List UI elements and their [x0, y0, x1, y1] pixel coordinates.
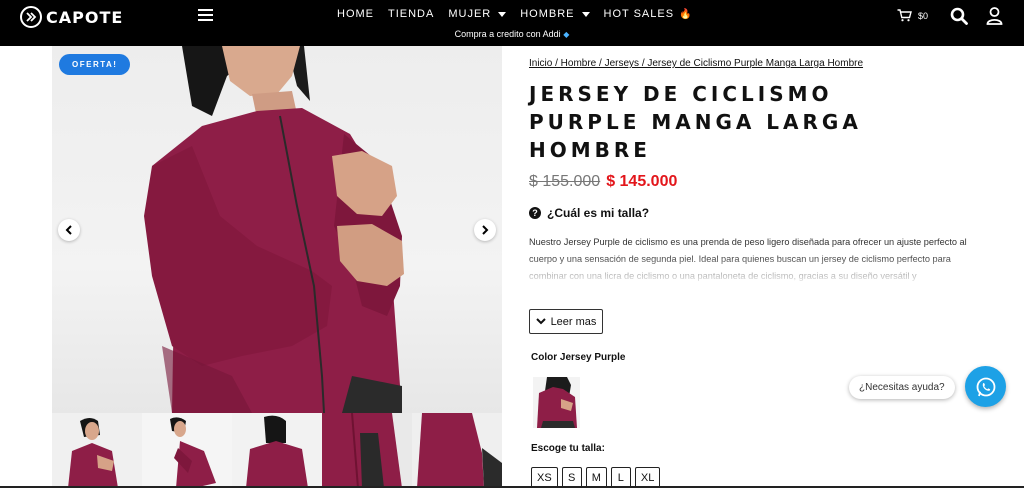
read-more-button[interactable]: Leer mas: [529, 309, 603, 334]
size-guide-link[interactable]: ? ¿Cuál es mi talla?: [529, 206, 649, 220]
thumbnail-5[interactable]: [412, 413, 502, 488]
promo-banner[interactable]: Compra a credito con Addi ◆: [0, 29, 1024, 39]
brand-logo[interactable]: CAPOTE: [20, 6, 123, 28]
fire-icon: 🔥: [679, 8, 693, 20]
nav-hombre[interactable]: HOMBRE: [520, 8, 590, 20]
product-main-image[interactable]: OFERTA!: [52, 46, 502, 413]
cart-icon: [897, 9, 912, 22]
menu-icon[interactable]: [198, 9, 213, 21]
thumbnail-4[interactable]: [322, 413, 412, 488]
breadcrumb[interactable]: Inicio / Hombre / Jerseys / Jersey de Ci…: [529, 58, 863, 69]
cart-button[interactable]: $0: [897, 9, 928, 22]
question-circle-icon: ?: [529, 207, 541, 219]
logo-mark-icon: [20, 6, 42, 28]
chevron-down-icon: [581, 11, 590, 17]
nav-hot-sales[interactable]: HOT SALES 🔥: [604, 8, 693, 20]
cart-total: $0: [918, 10, 929, 21]
nav-mujer[interactable]: MUJER: [448, 8, 507, 20]
chat-prompt-bubble[interactable]: ¿Necesitas ayuda?: [849, 376, 955, 399]
diamond-icon: ◆: [563, 30, 570, 39]
gallery-next-button[interactable]: [474, 219, 496, 241]
price-block: $ 155.000 $ 145.000: [529, 173, 677, 191]
gallery-prev-button[interactable]: [58, 219, 80, 241]
nav-mujer-label: MUJER: [448, 8, 492, 20]
thumbnail-1[interactable]: [52, 413, 142, 488]
thumbnail-3[interactable]: [232, 413, 322, 488]
chevron-left-icon: [65, 225, 72, 235]
sale-badge: OFERTA!: [59, 54, 131, 75]
thumbnail-2[interactable]: [142, 413, 232, 488]
search-icon: [950, 7, 968, 25]
nav-home[interactable]: HOME: [337, 8, 374, 20]
product-description: Nuestro Jersey Purple de ciclismo es una…: [529, 237, 967, 281]
size-option-xl[interactable]: XL: [634, 467, 661, 488]
thumbnail-strip: [52, 413, 502, 488]
price-original: $ 155.000: [529, 173, 601, 190]
nav-hot-sales-label: HOT SALES: [603, 8, 675, 20]
color-label: Color Jersey Purple: [531, 352, 626, 363]
chevron-down-icon: [498, 11, 507, 17]
chevron-down-icon: [535, 318, 546, 325]
main-nav: HOME TIENDA MUJER HOMBRE HOT SALES 🔥: [337, 8, 693, 20]
user-icon: [986, 7, 1003, 25]
read-more-label: Leer mas: [550, 315, 597, 328]
price-sale: $ 145.000: [606, 173, 678, 190]
size-option-xs[interactable]: XS: [531, 467, 558, 488]
nav-home-label: HOME: [337, 8, 374, 20]
size-option-s[interactable]: S: [561, 467, 582, 488]
chevron-right-icon: [482, 225, 489, 235]
size-options: XS S M L XL: [531, 467, 661, 488]
model-photo: [144, 46, 404, 413]
search-button[interactable]: [950, 7, 968, 30]
promo-text: Compra a credito con Addi: [454, 29, 561, 39]
top-header: CAPOTE HOME TIENDA MUJER HOMBRE HOT SALE…: [0, 0, 1024, 46]
size-option-m[interactable]: M: [585, 467, 607, 488]
account-button[interactable]: [986, 7, 1003, 30]
whatsapp-icon: [976, 377, 995, 396]
product-title: JERSEY DE CICLISMO PURPLE MANGA LARGA HO…: [529, 82, 862, 162]
size-guide-label: ¿Cuál es mi talla?: [547, 206, 650, 220]
nav-tienda[interactable]: TIENDA: [388, 8, 434, 20]
nav-tienda-label: TIENDA: [388, 8, 435, 20]
nav-hombre-label: HOMBRE: [520, 8, 575, 20]
size-label: Escoge tu talla:: [531, 443, 605, 454]
size-option-l[interactable]: L: [610, 467, 631, 488]
whatsapp-chat-button[interactable]: [965, 366, 1006, 407]
color-swatch-purple[interactable]: [533, 377, 580, 428]
logo-text: CAPOTE: [46, 7, 124, 27]
